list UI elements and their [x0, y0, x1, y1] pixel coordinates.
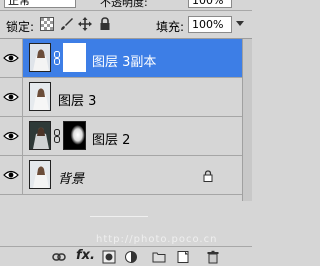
mask-link-icon[interactable] [53, 51, 61, 65]
group-folder-icon[interactable] [152, 250, 166, 264]
mask-icon[interactable] [102, 250, 116, 264]
fill-label: 填充: [156, 20, 185, 34]
lock-image-pixels-brush-icon[interactable] [60, 17, 74, 31]
layer-row[interactable]: 图层 3 [0, 78, 242, 117]
layer-thumbnail[interactable] [29, 121, 51, 150]
lock-position-move-icon[interactable] [78, 17, 92, 31]
lock-all-icon[interactable] [98, 17, 112, 31]
lock-label: 锁定: [6, 20, 35, 34]
opacity-input[interactable]: 100% [188, 0, 232, 8]
new-layer-icon[interactable] [176, 250, 190, 264]
trash-icon[interactable] [206, 250, 220, 264]
visibility-toggle[interactable] [0, 78, 23, 116]
layer-thumbnail[interactable] [29, 160, 51, 189]
lock-fill-row: 锁定: 填充: 100% [0, 14, 252, 36]
blend-options-bar: 正常 不透明度: 100% [0, 0, 252, 11]
mask-link-icon[interactable] [53, 129, 61, 143]
layers-list: 图层 3副本 图层 3 图层 2 背景 [0, 38, 252, 201]
lock-transparent-pixels-icon[interactable] [40, 17, 54, 31]
layer-row[interactable]: 图层 3副本 [0, 39, 242, 78]
layer-name[interactable]: 图层 2 [92, 129, 130, 148]
layer-name[interactable]: 图层 3副本 [92, 51, 156, 70]
link-icon[interactable] [52, 250, 66, 264]
eye-icon [3, 92, 19, 102]
adjustment-icon[interactable] [124, 250, 138, 264]
layer-row[interactable]: 图层 2 [0, 117, 242, 156]
layer-mask-thumbnail[interactable] [63, 121, 86, 150]
opacity-label: 不透明度: [100, 0, 148, 9]
layer-thumbnail[interactable] [29, 43, 51, 72]
layer-thumbnail[interactable] [29, 82, 51, 111]
layers-bottom-toolbar: fx. [0, 246, 252, 266]
fill-dropdown-icon[interactable] [236, 21, 244, 26]
watermark-line [90, 216, 148, 217]
layer-name[interactable]: 图层 3 [58, 90, 96, 109]
eye-icon [3, 53, 19, 63]
layers-scrollbar[interactable] [242, 39, 252, 201]
layer-mask-thumbnail[interactable] [63, 43, 86, 72]
visibility-toggle[interactable] [0, 156, 23, 194]
eye-icon [3, 131, 19, 141]
blend-mode-select[interactable]: 正常 [4, 0, 76, 8]
visibility-toggle[interactable] [0, 117, 23, 155]
visibility-toggle[interactable] [0, 39, 23, 77]
layer-row[interactable]: 背景 [0, 156, 242, 195]
fx-icon[interactable]: fx. [76, 248, 95, 263]
layer-lock-icon [203, 170, 213, 182]
eye-icon [3, 170, 19, 180]
watermark-text: http://photo.poco.cn [96, 234, 218, 245]
layer-name[interactable]: 背景 [58, 168, 84, 187]
fill-input[interactable]: 100% [188, 16, 232, 33]
